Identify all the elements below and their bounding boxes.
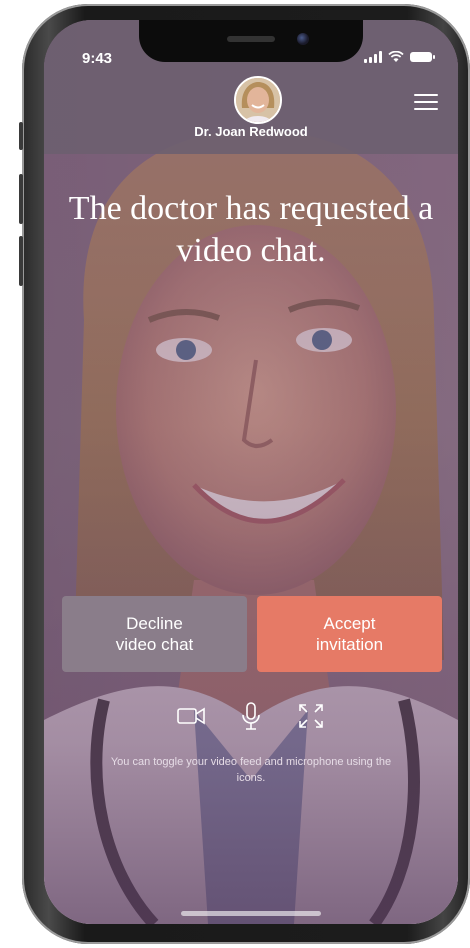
- hamburger-menu-icon[interactable]: [414, 94, 438, 112]
- mute-switch: [19, 122, 23, 150]
- cellular-signal-icon: [364, 51, 382, 63]
- fullscreen-icon[interactable]: [295, 700, 327, 732]
- video-camera-icon[interactable]: [175, 700, 207, 732]
- wifi-icon: [388, 51, 404, 62]
- doctor-avatar[interactable]: [234, 76, 282, 124]
- volume-up-button: [19, 174, 23, 224]
- microphone-icon[interactable]: [235, 700, 267, 732]
- doctor-name: Dr. Joan Redwood: [194, 124, 308, 139]
- phone-screen: 9:43 Dr. Joan Redwood The doctor has req…: [44, 20, 458, 924]
- purple-overlay: [44, 20, 458, 924]
- page-headline: The doctor has requested a video chat.: [68, 190, 434, 269]
- speaker-grille: [227, 36, 275, 42]
- media-controls: [44, 700, 458, 732]
- accept-invitation-button[interactable]: Accept invitation: [257, 596, 442, 672]
- front-camera: [297, 33, 309, 45]
- home-indicator[interactable]: [181, 911, 321, 916]
- status-icons: [364, 51, 435, 63]
- battery-icon: [410, 52, 435, 62]
- decline-video-chat-button[interactable]: Decline video chat: [62, 596, 247, 672]
- status-time: 9:43: [82, 50, 113, 67]
- volume-down-button: [19, 236, 23, 286]
- media-controls-hint: You can toggle your video feed and micro…: [110, 756, 392, 784]
- phone-notch: [139, 20, 363, 62]
- avatar-image: [236, 78, 280, 122]
